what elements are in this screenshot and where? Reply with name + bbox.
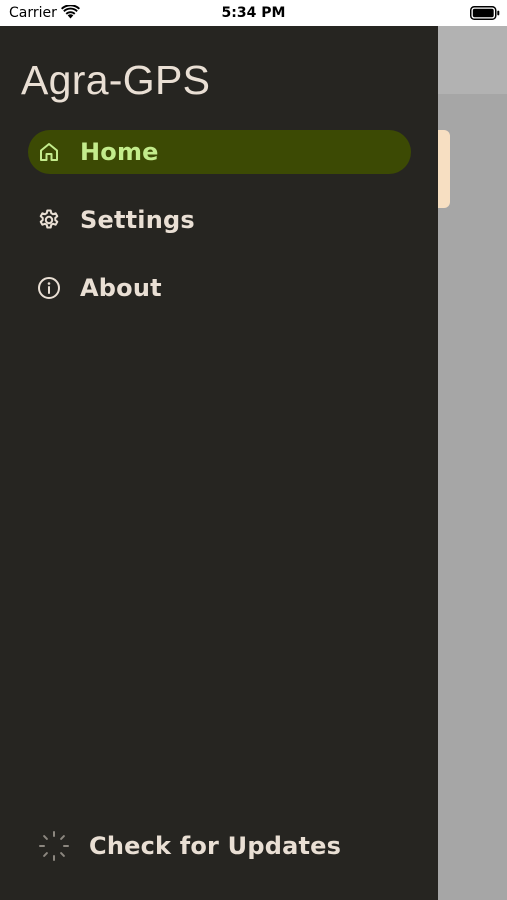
nav-item-settings[interactable]: Settings bbox=[28, 198, 411, 242]
battery-icon bbox=[470, 6, 500, 20]
home-icon bbox=[40, 143, 58, 161]
nav-item-about[interactable]: About bbox=[28, 266, 411, 310]
loading-spinner-icon bbox=[39, 831, 69, 861]
navigation-drawer: Agra-GPS Home Settings About Check for U… bbox=[0, 26, 438, 900]
screen: Carrier 5:34 PM Agra-GPS Home Settings A… bbox=[0, 0, 507, 900]
nav-label-settings: Settings bbox=[80, 206, 195, 234]
check-for-updates-label: Check for Updates bbox=[89, 832, 342, 860]
info-icon bbox=[38, 277, 60, 299]
drawer-title: Agra-GPS bbox=[21, 57, 211, 103]
gear-icon bbox=[39, 209, 59, 229]
nav-label-about: About bbox=[80, 274, 162, 302]
background-app-bar bbox=[438, 26, 507, 94]
check-for-updates-button[interactable]: Check for Updates bbox=[38, 826, 358, 866]
background-content[interactable] bbox=[438, 26, 507, 900]
nav-item-home[interactable]: Home bbox=[28, 130, 411, 174]
nav-label-home: Home bbox=[80, 138, 159, 166]
status-time: 5:34 PM bbox=[221, 5, 286, 21]
background-card bbox=[438, 130, 450, 208]
status-bar: Carrier 5:34 PM bbox=[0, 0, 507, 26]
